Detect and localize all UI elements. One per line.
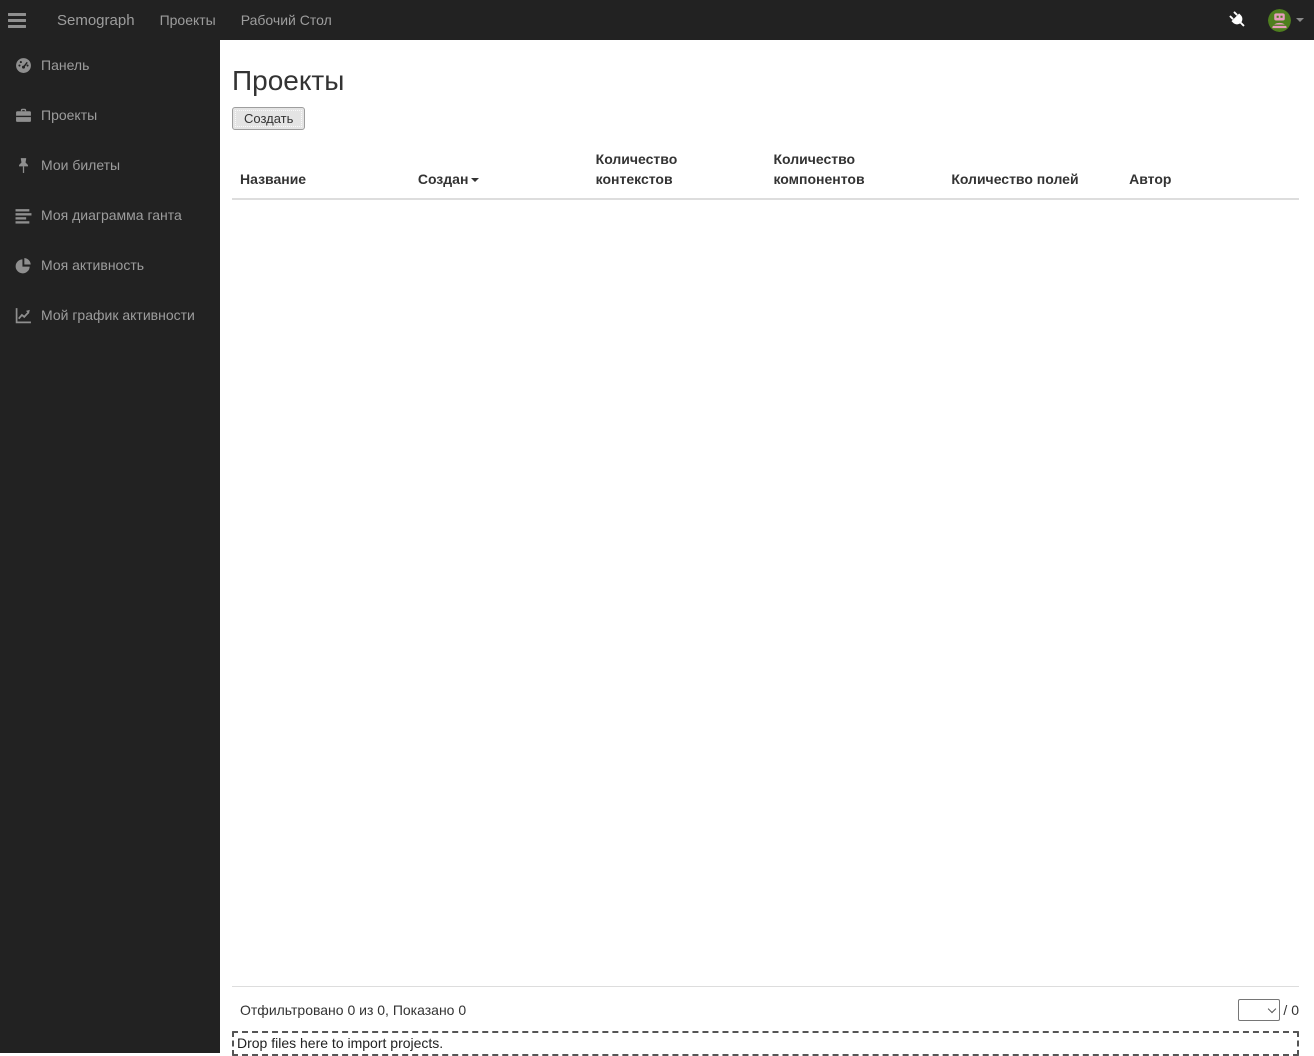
topbar-right	[1229, 8, 1314, 32]
sidebar-item-gantt[interactable]: Моя диаграмма ганта	[0, 190, 220, 240]
column-header-created[interactable]: Создан	[409, 142, 588, 200]
user-menu[interactable]	[1268, 8, 1304, 32]
table-header-row: Название Создан Количество контекстов Ко…	[232, 142, 1299, 200]
import-dropzone[interactable]: Drop files here to import projects.	[232, 1030, 1299, 1056]
filter-summary: Отфильтровано 0 из 0, Показано 0	[240, 1001, 467, 1018]
page-title: Проекты	[232, 65, 345, 96]
line-chart-icon	[13, 307, 34, 324]
sidebar-item-label: Моя диаграмма ганта	[41, 207, 182, 223]
gauge-icon	[13, 57, 34, 74]
empty-table-area	[232, 200, 1299, 986]
sidebar-item-label: Мой график активности	[41, 307, 195, 323]
page-select[interactable]	[1238, 998, 1281, 1021]
sort-desc-icon	[471, 178, 480, 183]
sidebar-item-tickets[interactable]: Мои билеты	[0, 140, 220, 190]
avatar	[1268, 8, 1291, 32]
main-content: Проекты Создать Название Создан Количест…	[220, 40, 1314, 1056]
topnav-item-projects[interactable]: Проекты	[160, 12, 216, 28]
pie-chart-icon	[13, 257, 34, 274]
sidebar: Панель Проекты Мои билеты Моя диаграмма …	[0, 40, 220, 1053]
pagination: / 0	[1238, 998, 1299, 1021]
create-button[interactable]: Создать	[232, 107, 306, 130]
briefcase-icon	[13, 107, 34, 124]
column-header-author[interactable]: Автор	[1121, 142, 1299, 200]
sidebar-item-label: Панель	[41, 57, 90, 73]
gantt-icon	[13, 207, 34, 224]
column-header-fields-count[interactable]: Количество полей	[943, 142, 1122, 200]
sidebar-item-activity-chart[interactable]: Мой график активности	[0, 290, 220, 340]
sidebar-item-dashboard[interactable]: Панель	[0, 40, 220, 90]
caret-down-icon	[1296, 18, 1304, 22]
topnav-item-desktop[interactable]: Рабочий Стол	[241, 12, 332, 28]
topbar: Semograph Проекты Рабочий Стол	[0, 0, 1314, 40]
column-header-components-count[interactable]: Количество компонентов	[765, 142, 944, 200]
page-total: / 0	[1283, 1001, 1299, 1018]
sidebar-item-label: Мои билеты	[41, 157, 121, 173]
projects-table: Название Создан Количество контекстов Ко…	[232, 142, 1299, 200]
brand-link[interactable]: Semograph	[57, 12, 135, 29]
plug-icon[interactable]	[1229, 11, 1247, 29]
sidebar-item-activity[interactable]: Моя активность	[0, 240, 220, 290]
sidebar-item-projects[interactable]: Проекты	[0, 90, 220, 140]
hamburger-menu-icon[interactable]	[0, 11, 36, 29]
pin-icon	[13, 157, 34, 174]
table-footer: Отфильтровано 0 из 0, Показано 0 / 0	[232, 985, 1299, 1021]
column-header-name[interactable]: Название	[232, 142, 410, 200]
column-header-contexts-count[interactable]: Количество контекстов	[587, 142, 766, 200]
sidebar-item-label: Моя активность	[41, 257, 145, 273]
sidebar-item-label: Проекты	[41, 107, 98, 123]
